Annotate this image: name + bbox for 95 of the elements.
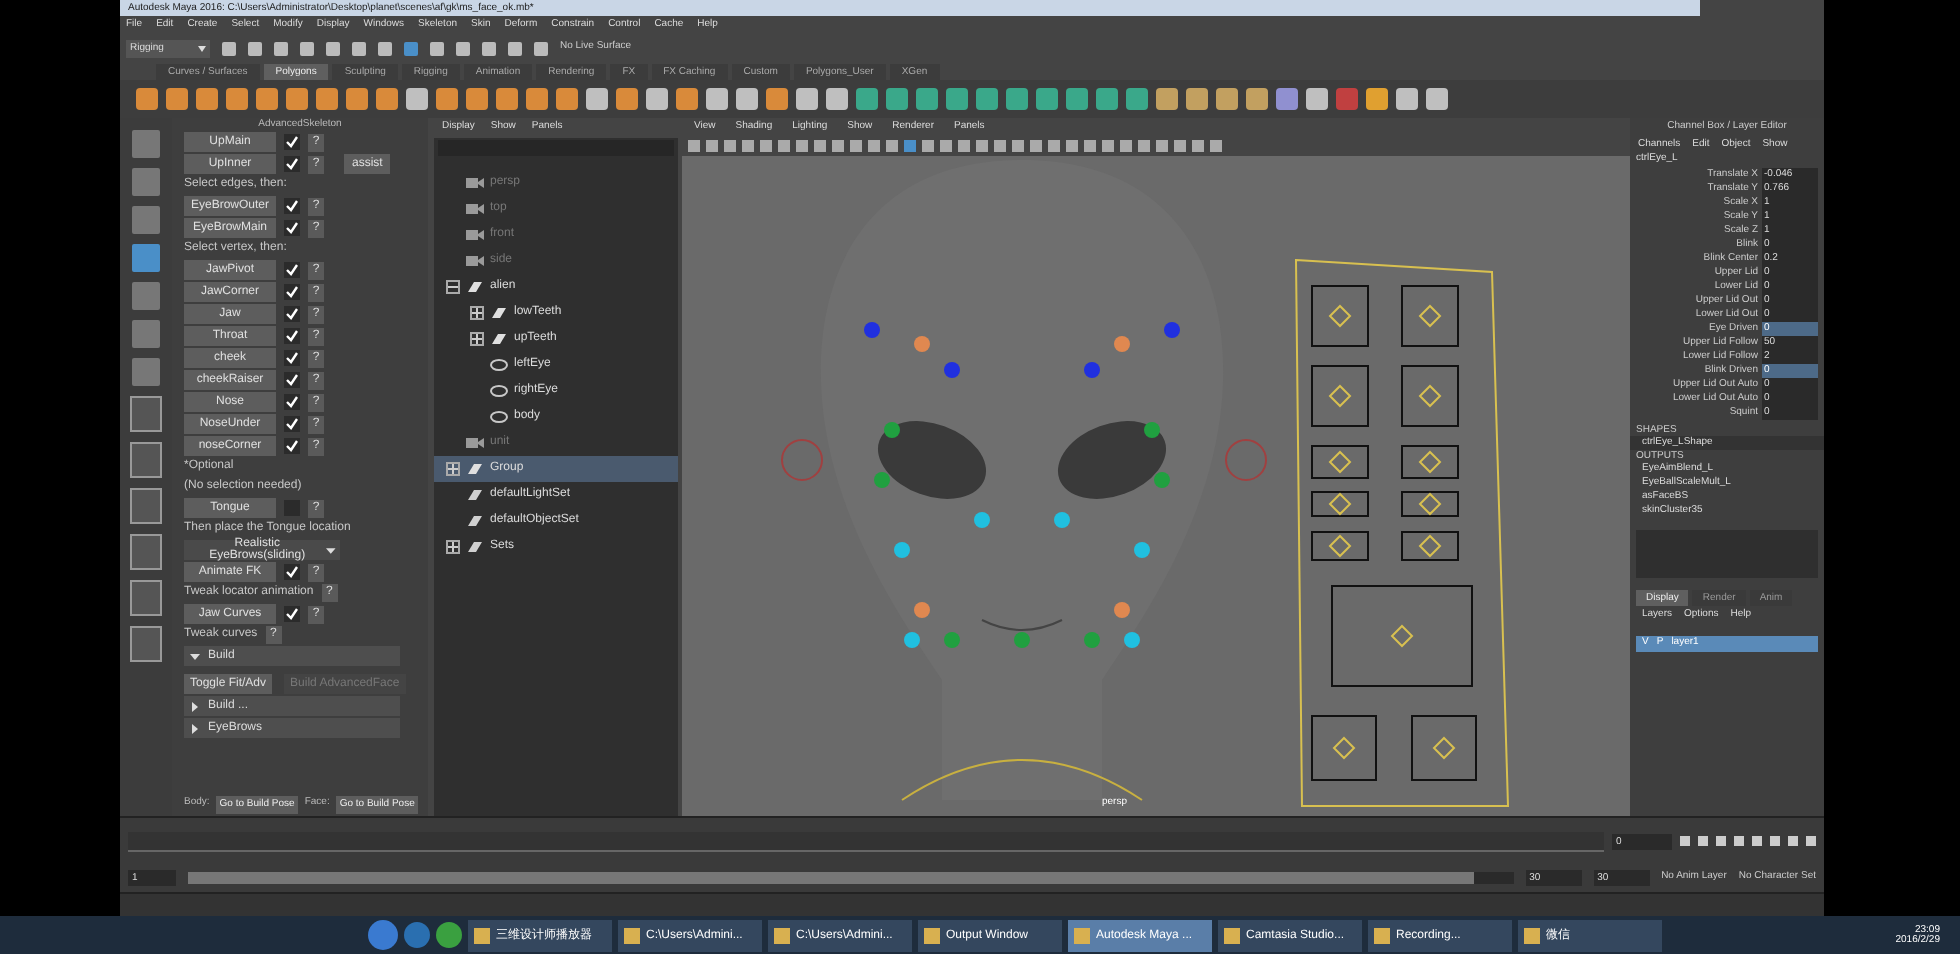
layout-icon[interactable] <box>130 396 162 432</box>
shelf-tool-icon[interactable] <box>706 88 728 110</box>
shelf-tool-icon[interactable] <box>346 88 368 110</box>
taskbar-pinned-icon[interactable] <box>436 922 462 948</box>
shelf-tool-icon[interactable] <box>916 88 938 110</box>
shelf-tool-icon[interactable] <box>1096 88 1118 110</box>
camera-icon <box>466 254 484 268</box>
shelf-tool-icon[interactable] <box>946 88 968 110</box>
checkbox[interactable] <box>284 262 300 278</box>
shelf-tool-icon[interactable] <box>1396 88 1418 110</box>
shelf-tool-icon[interactable] <box>676 88 698 110</box>
collapsed-arrow-icon <box>190 701 200 711</box>
camera-icon <box>466 176 484 190</box>
caret-icon <box>198 45 206 51</box>
layout-icon[interactable] <box>130 626 162 662</box>
app-icon <box>624 927 640 943</box>
layout-icon[interactable] <box>130 534 162 570</box>
shelf-tool-icon[interactable] <box>1126 88 1148 110</box>
checkbox[interactable] <box>284 350 300 366</box>
checkbox[interactable] <box>284 198 300 214</box>
shelf-tool-icon[interactable] <box>466 88 488 110</box>
app-icon <box>474 927 490 943</box>
shelf-tool-icon[interactable] <box>496 88 518 110</box>
checkbox[interactable] <box>284 564 300 580</box>
shelf-tool-icon[interactable] <box>1156 88 1178 110</box>
shelf-tool-icon[interactable] <box>1006 88 1028 110</box>
shelf-tool-icon[interactable] <box>616 88 638 110</box>
app-icon <box>1524 927 1540 943</box>
shelf-tool-icon[interactable] <box>376 88 398 110</box>
shelf-tool-icon[interactable] <box>436 88 458 110</box>
expand-icon[interactable] <box>470 332 484 346</box>
app-icon <box>924 927 940 943</box>
shelf-tool-icon[interactable] <box>1426 88 1448 110</box>
checkbox[interactable] <box>284 606 300 622</box>
shelf-tool-icon[interactable] <box>526 88 548 110</box>
shelf-tool-icon[interactable] <box>1186 88 1208 110</box>
shelf-tool-icon[interactable] <box>406 88 428 110</box>
shelf-tool-icon[interactable] <box>646 88 668 110</box>
shelf-tool-icon[interactable] <box>886 88 908 110</box>
shelf-tool-icon[interactable] <box>196 88 218 110</box>
camera-icon <box>466 436 484 450</box>
camera-icon <box>466 228 484 242</box>
shelf-tool-icon[interactable] <box>226 88 248 110</box>
shelf-tool-icon[interactable] <box>1276 88 1298 110</box>
shelf-tool-icon[interactable] <box>1336 88 1358 110</box>
layout-icon[interactable] <box>130 442 162 478</box>
shelf-tool-icon[interactable] <box>586 88 608 110</box>
shelf-tool-icon[interactable] <box>1246 88 1268 110</box>
checkbox[interactable] <box>284 328 300 344</box>
checkbox[interactable] <box>284 284 300 300</box>
shelf-tool-icon[interactable] <box>766 88 788 110</box>
shelf-tool-icon[interactable] <box>826 88 848 110</box>
expand-icon[interactable] <box>446 462 460 476</box>
checkbox[interactable] <box>284 416 300 432</box>
expanded-arrow-icon <box>190 651 200 661</box>
app-icon <box>774 927 790 943</box>
shelf-tool-icon[interactable] <box>1036 88 1058 110</box>
shelf-tool-icon[interactable] <box>556 88 578 110</box>
collapsed-arrow-icon <box>190 723 200 733</box>
checkbox[interactable] <box>284 394 300 410</box>
shelf-tool-icon[interactable] <box>1216 88 1238 110</box>
shelf-tool-icon[interactable] <box>976 88 998 110</box>
layout-icon[interactable] <box>130 580 162 616</box>
app-icon <box>1374 927 1390 943</box>
expand-icon[interactable] <box>470 306 484 320</box>
shelf-tool-icon[interactable] <box>136 88 158 110</box>
checkbox[interactable] <box>284 156 300 172</box>
transform-icon <box>466 462 484 476</box>
checkbox[interactable] <box>284 134 300 150</box>
checkbox[interactable] <box>284 438 300 454</box>
collapse-icon[interactable] <box>446 280 460 294</box>
checkbox[interactable] <box>284 220 300 236</box>
checkmark-icon <box>286 566 298 578</box>
start-button-icon[interactable] <box>368 920 398 950</box>
shelf-tool-icon[interactable] <box>736 88 758 110</box>
shelf-tool-icon[interactable] <box>856 88 878 110</box>
layout-icon[interactable] <box>130 488 162 524</box>
app-icon <box>1224 927 1240 943</box>
shelf-tool-icon[interactable] <box>1366 88 1388 110</box>
shelf-tool-icon[interactable] <box>166 88 188 110</box>
shelf-tool-icon[interactable] <box>256 88 278 110</box>
checkbox[interactable] <box>284 306 300 322</box>
shelf-tool-icon[interactable] <box>1066 88 1088 110</box>
shelf-tool-icon[interactable] <box>1306 88 1328 110</box>
expand-icon[interactable] <box>446 540 460 554</box>
taskbar-pinned-icon[interactable] <box>404 922 430 948</box>
app-icon <box>1074 927 1090 943</box>
shelf-tool-icon[interactable] <box>796 88 818 110</box>
caret-icon <box>326 547 336 553</box>
outliner-search-field[interactable] <box>438 140 674 156</box>
camera-icon <box>466 202 484 216</box>
checkmark-icon <box>286 608 298 620</box>
shelf-tool-icon[interactable] <box>316 88 338 110</box>
checkbox[interactable] <box>284 372 300 388</box>
shelf-tool-icon[interactable] <box>286 88 308 110</box>
